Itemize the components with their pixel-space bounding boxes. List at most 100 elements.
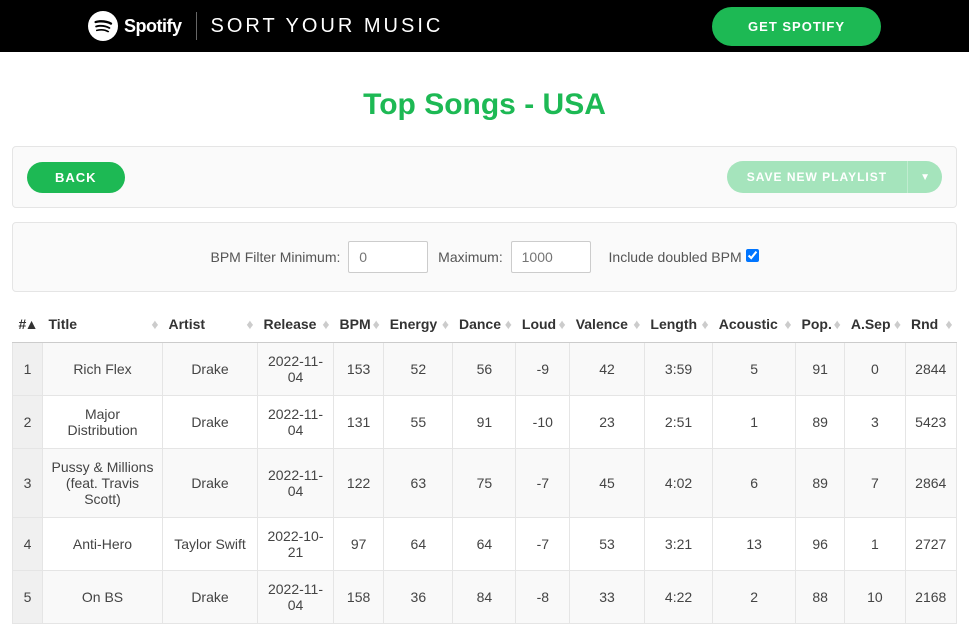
column-header[interactable]: Length♦	[644, 306, 712, 343]
column-header[interactable]: Dance♦	[453, 306, 516, 343]
column-header[interactable]: Valence♦	[570, 306, 645, 343]
sort-icon: ♦	[505, 316, 512, 332]
cell-bpm: 153	[334, 343, 384, 396]
cell-release: 2022-11-04	[258, 343, 334, 396]
column-header[interactable]: Acoustic♦	[713, 306, 796, 343]
cell-release: 2022-11-04	[258, 571, 334, 624]
save-dropdown-toggle[interactable]: ▼	[907, 161, 942, 193]
cell-release: 2022-10-21	[258, 518, 334, 571]
table-row[interactable]: 5On BSDrake2022-11-041583684-8334:222881…	[13, 571, 957, 624]
cell-rnd: 2844	[905, 343, 956, 396]
cell-title: On BS	[43, 571, 163, 624]
cell-rnd: 5423	[905, 396, 956, 449]
cell-loud: -7	[516, 449, 570, 518]
save-playlist-button[interactable]: SAVE NEW PLAYLIST	[727, 161, 907, 193]
doubled-bpm-checkbox[interactable]	[746, 249, 759, 262]
cell-asep: 3	[845, 396, 905, 449]
cell-n: 3	[13, 449, 43, 518]
cell-pop: 89	[796, 449, 845, 518]
toolbar: BACK SAVE NEW PLAYLIST ▼	[12, 146, 957, 208]
cell-bpm: 158	[334, 571, 384, 624]
cell-valence: 23	[570, 396, 645, 449]
bpm-min-label: BPM Filter Minimum:	[210, 249, 340, 265]
cell-dance: 64	[453, 518, 516, 571]
column-header[interactable]: A.Sep♦	[845, 306, 905, 343]
cell-n: 2	[13, 396, 43, 449]
cell-asep: 7	[845, 449, 905, 518]
sort-icon: ♦	[945, 316, 952, 332]
cell-n: 1	[13, 343, 43, 396]
spotify-brand-text: Spotify	[124, 16, 182, 37]
table-row[interactable]: 2Major DistributionDrake2022-11-04131559…	[13, 396, 957, 449]
logo-group: Spotify SORT YOUR MUSIC	[88, 11, 443, 41]
bpm-min-input[interactable]	[348, 241, 428, 273]
cell-dance: 56	[453, 343, 516, 396]
cell-artist: Drake	[163, 396, 258, 449]
cell-dance: 75	[453, 449, 516, 518]
save-group: SAVE NEW PLAYLIST ▼	[727, 161, 942, 193]
table-row[interactable]: 3Pussy & Millions (feat. Travis Scott)Dr…	[13, 449, 957, 518]
top-header: Spotify SORT YOUR MUSIC GET SPOTIFY	[0, 0, 969, 52]
songs-table: #▲Title♦Artist♦Release♦BPM♦Energy♦Dance♦…	[12, 306, 957, 624]
cell-release: 2022-11-04	[258, 396, 334, 449]
cell-bpm: 122	[334, 449, 384, 518]
sort-icon: ♦	[559, 316, 566, 332]
sort-icon: ♦	[151, 316, 158, 332]
cell-pop: 89	[796, 396, 845, 449]
get-spotify-button[interactable]: GET SPOTIFY	[712, 7, 881, 46]
cell-asep: 10	[845, 571, 905, 624]
cell-title: Anti-Hero	[43, 518, 163, 571]
cell-acoustic: 6	[713, 449, 796, 518]
column-header[interactable]: Rnd♦	[905, 306, 956, 343]
cell-loud: -10	[516, 396, 570, 449]
cell-loud: -7	[516, 518, 570, 571]
column-header[interactable]: Title♦	[43, 306, 163, 343]
sort-icon: ♦	[246, 316, 253, 332]
sort-icon: ♦	[373, 316, 380, 332]
cell-loud: -8	[516, 571, 570, 624]
column-header[interactable]: Artist♦	[163, 306, 258, 343]
cell-valence: 42	[570, 343, 645, 396]
app-name: SORT YOUR MUSIC	[211, 15, 444, 38]
spotify-icon	[88, 11, 118, 41]
cell-pop: 96	[796, 518, 845, 571]
sort-icon: ♦	[702, 316, 709, 332]
back-button[interactable]: BACK	[27, 162, 125, 193]
cell-acoustic: 13	[713, 518, 796, 571]
filter-bar: BPM Filter Minimum: Maximum: Include dou…	[12, 222, 957, 292]
column-header[interactable]: Energy♦	[384, 306, 453, 343]
column-header[interactable]: Loud♦	[516, 306, 570, 343]
cell-valence: 33	[570, 571, 645, 624]
cell-title: Major Distribution	[43, 396, 163, 449]
bpm-max-input[interactable]	[511, 241, 591, 273]
table-header-row: #▲Title♦Artist♦Release♦BPM♦Energy♦Dance♦…	[13, 306, 957, 343]
cell-acoustic: 1	[713, 396, 796, 449]
column-header[interactable]: #▲	[13, 306, 43, 343]
cell-artist: Drake	[163, 343, 258, 396]
sort-asc-icon: ▲	[25, 316, 39, 332]
cell-bpm: 97	[334, 518, 384, 571]
cell-rnd: 2727	[905, 518, 956, 571]
cell-length: 3:21	[644, 518, 712, 571]
table-row[interactable]: 1Rich FlexDrake2022-11-041535256-9423:59…	[13, 343, 957, 396]
cell-acoustic: 5	[713, 343, 796, 396]
spotify-logo[interactable]: Spotify	[88, 11, 182, 41]
cell-bpm: 131	[334, 396, 384, 449]
doubled-bpm-label: Include doubled BPM	[609, 249, 742, 265]
cell-n: 5	[13, 571, 43, 624]
sort-icon: ♦	[633, 316, 640, 332]
cell-asep: 0	[845, 343, 905, 396]
cell-valence: 53	[570, 518, 645, 571]
cell-rnd: 2864	[905, 449, 956, 518]
cell-acoustic: 2	[713, 571, 796, 624]
table-row[interactable]: 4Anti-HeroTaylor Swift2022-10-21976464-7…	[13, 518, 957, 571]
column-header[interactable]: BPM♦	[334, 306, 384, 343]
cell-pop: 91	[796, 343, 845, 396]
header-divider	[196, 12, 197, 40]
cell-length: 2:51	[644, 396, 712, 449]
column-header[interactable]: Pop.♦	[796, 306, 845, 343]
column-header[interactable]: Release♦	[258, 306, 334, 343]
cell-length: 4:02	[644, 449, 712, 518]
sort-icon: ♦	[834, 316, 841, 332]
cell-release: 2022-11-04	[258, 449, 334, 518]
